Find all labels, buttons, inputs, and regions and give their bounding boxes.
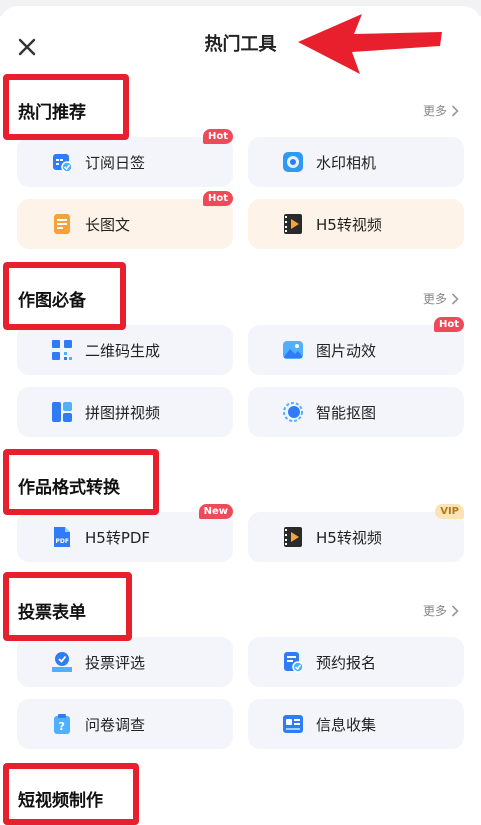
camera-icon <box>283 152 303 172</box>
tool-card-h5-to-video[interactable]: H5转视频 <box>248 199 464 249</box>
video-film-icon <box>284 214 302 234</box>
annotation-arrow <box>298 14 442 74</box>
tool-label: H5转视频 <box>316 528 382 547</box>
tool-label: H5转PDF <box>85 528 151 547</box>
highlight-box-hot <box>3 74 129 140</box>
more-link-design[interactable]: 更多 <box>423 290 459 307</box>
tool-label: 信息收集 <box>316 715 377 734</box>
vote-icon <box>52 652 72 672</box>
chevron-right-icon <box>451 292 459 305</box>
tool-card-long-article[interactable]: 长图文 Hot <box>17 191 233 249</box>
more-label: 更多 <box>422 104 447 118</box>
tool-card-h5-to-pdf[interactable]: PDF H5转PDF New <box>17 504 233 562</box>
tool-label: 问卷调查 <box>85 715 146 734</box>
collage-icon <box>52 402 72 422</box>
cutout-icon <box>283 402 303 422</box>
chevron-right-icon <box>451 104 459 117</box>
pdf-icon: PDF <box>54 527 70 547</box>
id-card-icon <box>283 715 303 733</box>
tool-label: H5转视频 <box>316 215 382 234</box>
tool-card-booking[interactable]: 预约报名 <box>248 637 464 687</box>
video-film-icon <box>284 527 302 547</box>
highlight-box-format <box>3 449 159 515</box>
tool-label: 订阅日签 <box>85 153 146 172</box>
tool-card-h5-to-video-2[interactable]: H5转视频 VIP <box>248 504 464 562</box>
tool-label: 长图文 <box>85 215 131 234</box>
svg-text:PDF: PDF <box>56 538 69 545</box>
form-check-icon <box>284 652 304 673</box>
qr-code-icon <box>52 340 72 360</box>
tool-label: 二维码生成 <box>85 341 161 360</box>
tool-card-voting[interactable]: 投票评选 <box>17 637 233 687</box>
document-icon <box>54 214 70 234</box>
highlight-box-vote <box>3 572 132 641</box>
highlight-box-design <box>3 262 126 330</box>
image-icon <box>283 341 303 359</box>
tool-label: 智能抠图 <box>316 403 377 422</box>
hot-badge: Hot <box>202 129 233 144</box>
hot-badge: Hot <box>433 317 464 332</box>
tool-card-questionnaire[interactable]: ? 问卷调查 <box>17 699 233 749</box>
tool-card-subscribe-daily[interactable]: 订阅日签 Hot <box>17 129 233 187</box>
tool-label: 预约报名 <box>316 653 377 672</box>
more-label: 更多 <box>422 292 447 306</box>
tool-label: 投票评选 <box>85 653 146 672</box>
vip-badge: VIP <box>435 504 464 519</box>
tool-card-info-collect[interactable]: 信息收集 <box>248 699 464 749</box>
tool-card-image-effects[interactable]: 图片动效 Hot <box>248 317 464 375</box>
more-label: 更多 <box>422 604 447 618</box>
calendar-check-icon <box>53 154 73 173</box>
more-link-vote[interactable]: 更多 <box>423 602 459 619</box>
highlight-box-short-video <box>3 763 139 825</box>
hot-badge: Hot <box>202 191 233 206</box>
tool-label: 拼图拼视频 <box>85 403 161 422</box>
tool-card-collage[interactable]: 拼图拼视频 <box>17 387 233 437</box>
tool-label: 图片动效 <box>316 341 377 360</box>
more-link-hot[interactable]: 更多 <box>423 102 459 119</box>
tool-card-qr-code[interactable]: 二维码生成 <box>17 325 233 375</box>
questionnaire-icon: ? <box>54 714 70 734</box>
tool-card-watermark-camera[interactable]: 水印相机 <box>248 137 464 187</box>
chevron-right-icon <box>451 604 459 617</box>
tool-label: 水印相机 <box>316 153 377 172</box>
svg-text:?: ? <box>59 720 65 733</box>
tool-card-smart-cutout[interactable]: 智能抠图 <box>248 387 464 437</box>
new-badge: New <box>198 504 233 519</box>
